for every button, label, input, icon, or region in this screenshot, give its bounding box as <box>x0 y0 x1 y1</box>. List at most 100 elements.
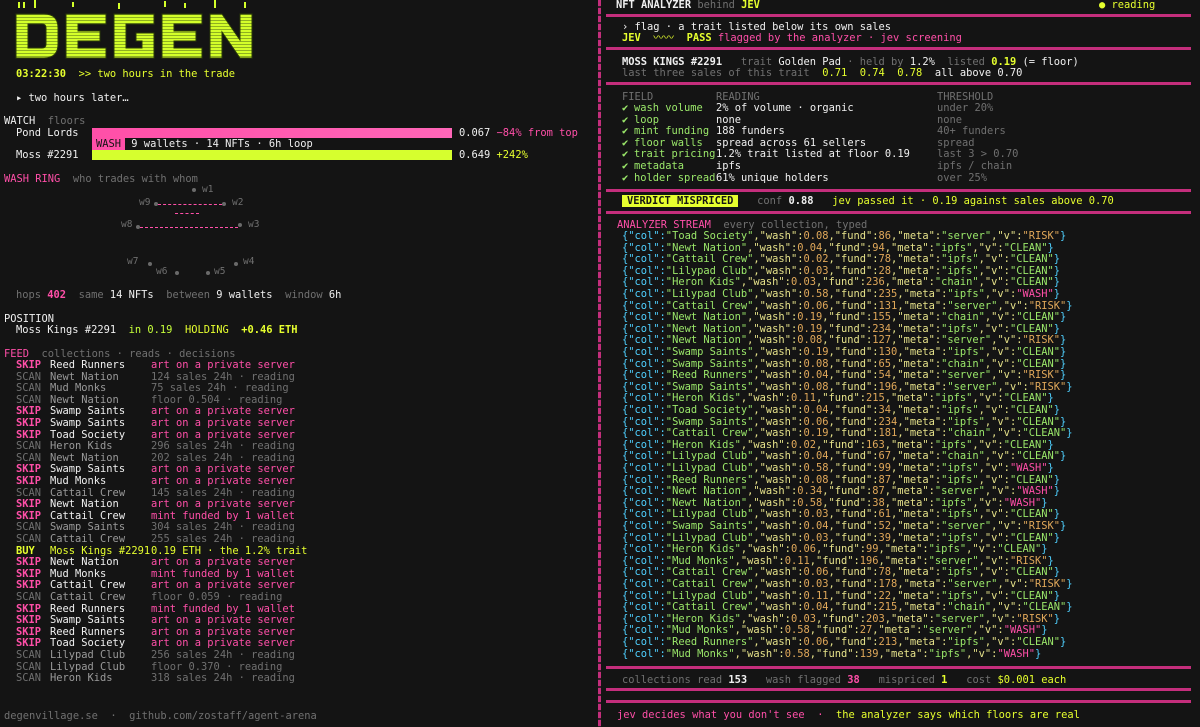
stream-value: Heron Kids <box>672 276 735 289</box>
watch-name-1: Moss #2291 <box>16 149 79 161</box>
json-punct: {"col": <box>622 520 666 532</box>
stream-verdict: "CLEAN" <box>1003 392 1048 405</box>
json-punct: {"col": <box>622 264 666 277</box>
json-punct: ,"wash": <box>740 543 791 556</box>
stream-verdict: "RISK" <box>1028 578 1067 590</box>
stream-value: 78 <box>878 253 892 266</box>
stream-verdict: "CLEAN" <box>1022 601 1067 614</box>
stream-col: "Heron Kids" <box>665 276 741 289</box>
json-punct: ,"meta": <box>897 636 948 648</box>
conf-label: conf <box>757 195 783 207</box>
stream-col: "Toad Society" <box>665 404 754 416</box>
stream-value: CLEAN <box>1016 508 1048 521</box>
stream-fund: 130 <box>879 346 898 358</box>
stream-wash: 0.34 <box>797 485 822 497</box>
stream-value: CLEAN <box>1016 566 1048 579</box>
stream-meta: "ipfs" <box>947 415 985 428</box>
stream-value: 0.06 <box>790 543 816 556</box>
json-punct: ,"wash": <box>734 624 785 637</box>
stream-value: 54 <box>878 369 892 382</box>
ring-node-w5 <box>206 271 210 275</box>
ring-label-w3: w3 <box>248 219 260 230</box>
json-punct: {"col": <box>622 647 666 660</box>
json-punct: ,"fund": <box>828 462 879 474</box>
json-punct: } <box>1066 380 1073 393</box>
stream-value: server <box>947 334 985 347</box>
stream-value: 27 <box>859 624 873 637</box>
stream-verdict: "CLEAN" <box>1022 427 1067 440</box>
json-punct: ,"fund": <box>828 473 879 486</box>
stats-read: 153 <box>728 674 748 686</box>
stream-wash: 0.06 <box>803 636 828 648</box>
json-punct: ,"v": <box>997 299 1029 312</box>
json-punct: ,"meta": <box>884 241 935 254</box>
json-punct: } <box>1060 636 1067 648</box>
stream-fund: 234 <box>872 323 891 335</box>
stream-fund: 99 <box>879 462 892 474</box>
stream-verdict: "CLEAN" <box>1016 450 1060 463</box>
stream-row: {"col":"Mud Monks","wash":0.58,"fund":13… <box>622 647 1041 661</box>
stream-col: "Lilypad Club" <box>665 288 754 300</box>
json-punct: {"col": <box>622 624 666 637</box>
flag-status: JEV 〰〰 PASS flagged by the analyzer · je… <box>622 32 962 45</box>
json-punct: ,"fund": <box>828 369 879 382</box>
position-status: HOLDING <box>184 324 229 336</box>
feed-action: SKIP <box>16 475 42 487</box>
stream-value: 0.02 <box>803 253 829 266</box>
stats-wash: 38 <box>847 674 860 686</box>
json-punct: ,"v": <box>997 578 1029 590</box>
stream-fund: 94 <box>872 242 885 254</box>
stream-value: ipfs <box>947 508 973 521</box>
json-punct: ,"v": <box>978 462 1010 474</box>
check-reading: 2% of volume · organic <box>716 102 854 114</box>
stats-read-label: collections read <box>622 674 723 686</box>
feed-collection: Reed Runners <box>50 359 126 371</box>
json-punct: {"col": <box>622 392 666 405</box>
json-punct: ,"fund": <box>828 578 879 590</box>
json-punct: } <box>1047 241 1054 254</box>
repo-link[interactable]: github.com/zostaff/agent-arena <box>129 710 317 722</box>
ring-label-w5: w5 <box>214 266 226 277</box>
stream-col: "Lilypad Club" <box>665 264 754 277</box>
stream-verdict: "RISK" <box>1028 299 1067 312</box>
json-punct: ,"wash": <box>753 462 804 474</box>
stream-meta: "ipfs" <box>941 473 979 486</box>
stream-col: "Cattail Crew" <box>665 578 754 590</box>
stream-verdict: "CLEAN" <box>1009 566 1054 579</box>
sales-line: last three sales of this trait 0.71 0.74… <box>622 67 1022 80</box>
stream-value: 0.04 <box>803 601 829 614</box>
stream-meta: "server" <box>928 554 979 567</box>
stream-meta: "server" <box>941 230 992 242</box>
json-punct: ,"v": <box>991 334 1023 347</box>
stream-verdict: "RISK" <box>1022 520 1061 532</box>
stream-col: "Mud Monks" <box>665 624 735 637</box>
stream-col: "Cattail Crew" <box>665 299 754 312</box>
stream-value: 127 <box>872 334 892 347</box>
json-punct: ,"v": <box>991 369 1023 382</box>
json-punct: ,"meta": <box>891 589 942 602</box>
ring-edge-inner <box>175 213 199 214</box>
ring-header: WASH RING who trades with whom <box>4 173 198 186</box>
stream-value: Lilypad Club <box>672 450 748 463</box>
clock: 03:22:30 <box>16 68 67 80</box>
stream-value: 0.04 <box>797 241 823 254</box>
stream-value: 0.04 <box>803 369 829 382</box>
wash-tag: WASH <box>92 138 126 150</box>
site-link[interactable]: degenvillage.se <box>4 710 98 722</box>
stream-fund: 87 <box>872 485 885 497</box>
stream-value: Cattail Crew <box>672 253 748 266</box>
stream-value: ipfs <box>941 496 967 509</box>
json-punct: ,"wash": <box>747 241 798 254</box>
json-punct: {"col": <box>622 322 666 335</box>
stream-verdict: "RISK" <box>1016 612 1054 625</box>
json-punct: } <box>1047 392 1054 405</box>
stream-value: Heron Kids <box>672 612 735 625</box>
analyzer-header: NFT ANALYZER behind JEV <box>616 0 760 12</box>
watch-row-1-values: 0.649 +242% <box>459 149 528 162</box>
json-punct: {"col": <box>622 357 666 370</box>
sales-label: last three sales of this trait <box>622 67 810 79</box>
json-punct: ,"wash": <box>753 404 804 416</box>
check-icon: ✔ <box>622 102 629 114</box>
json-punct: ,"v": <box>984 311 1017 324</box>
stream-fund: 213 <box>879 636 898 648</box>
